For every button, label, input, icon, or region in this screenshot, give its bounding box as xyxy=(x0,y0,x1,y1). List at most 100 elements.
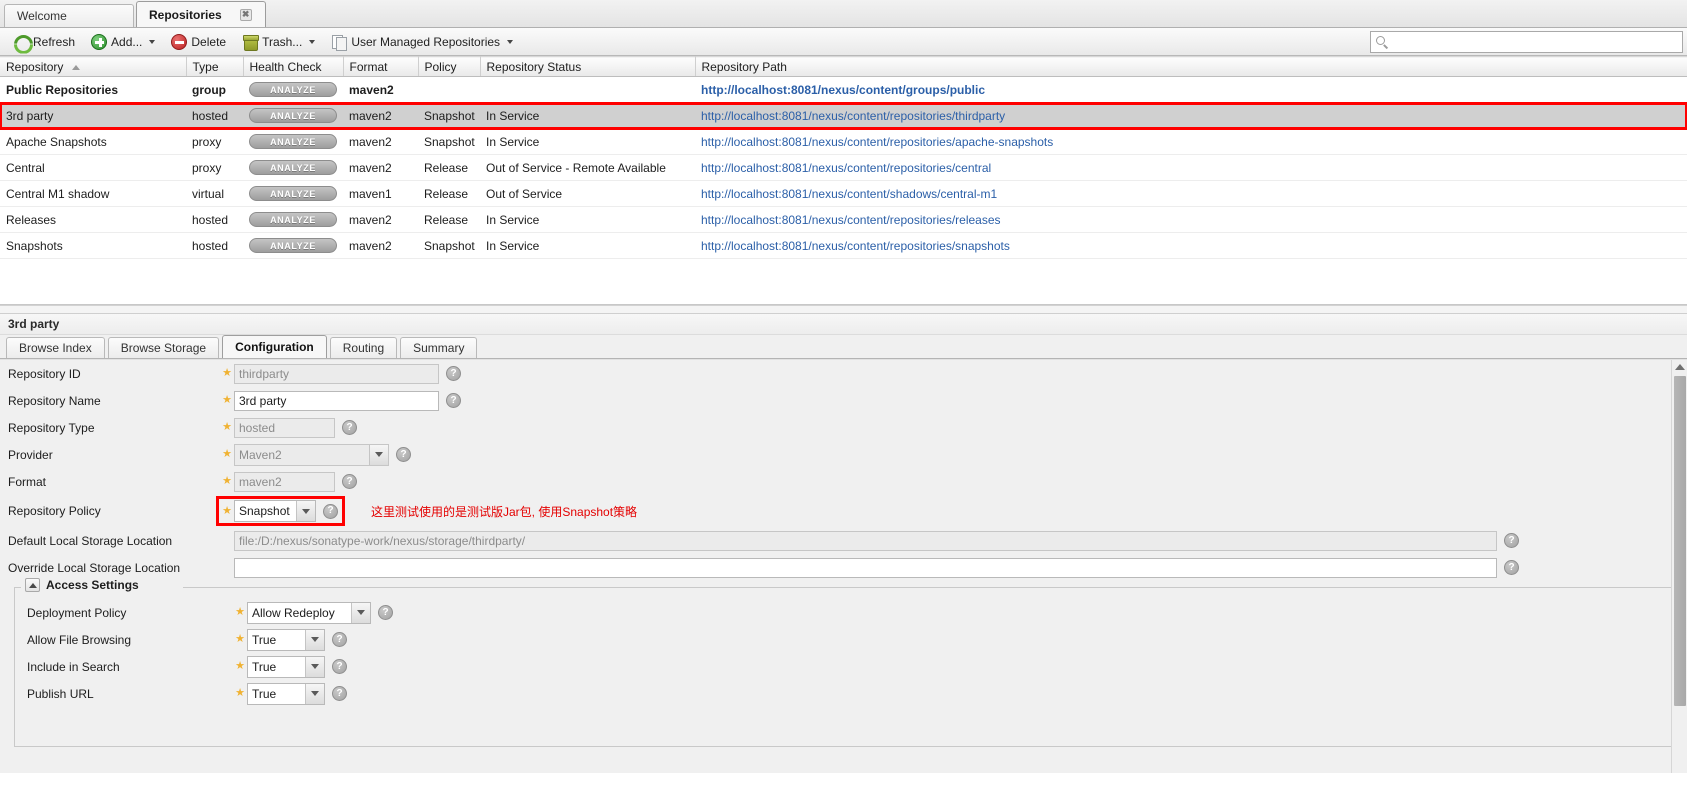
required-star-icon: ★ xyxy=(222,448,232,460)
repository-path-link[interactable]: http://localhost:8081/nexus/content/repo… xyxy=(701,161,991,175)
repository-policy-select[interactable]: Snapshot xyxy=(234,500,316,522)
analyze-button[interactable]: ANALYZE xyxy=(249,160,337,175)
label-repository-type: Repository Type xyxy=(8,420,95,435)
table-row[interactable]: Central M1 shadow virtual ANALYZE maven1 Rel… xyxy=(0,180,1687,207)
cell-policy: Release xyxy=(418,154,480,181)
column-header-type[interactable]: Type xyxy=(186,56,244,77)
delete-label: Delete xyxy=(191,34,227,49)
help-icon[interactable]: ? xyxy=(332,659,347,674)
column-header-health-check[interactable]: Health Check xyxy=(243,56,344,77)
format-input[interactable] xyxy=(234,471,335,492)
cell-repository: Apache Snapshots xyxy=(0,128,186,155)
help-icon[interactable]: ? xyxy=(378,605,393,620)
cell-policy xyxy=(418,76,480,103)
delete-button[interactable]: Delete xyxy=(164,31,233,53)
repository-name-input[interactable] xyxy=(234,390,439,411)
page-title: 3rd party xyxy=(8,317,60,331)
repository-path-link[interactable]: http://localhost:8081/nexus/content/repo… xyxy=(701,239,1010,253)
provider-select[interactable]: Maven2 xyxy=(234,443,389,466)
user-managed-repositories-button[interactable]: User Managed Repositories xyxy=(324,31,520,53)
repository-path-link[interactable]: http://localhost:8081/nexus/content/repo… xyxy=(701,213,1001,227)
table-row[interactable]: Public Repositories group ANALYZE maven2 htt… xyxy=(0,76,1687,103)
analyze-button[interactable]: ANALYZE xyxy=(249,238,337,253)
column-header-repository-status[interactable]: Repository Status xyxy=(480,56,696,77)
help-icon[interactable]: ? xyxy=(332,686,347,701)
help-icon[interactable]: ? xyxy=(446,393,461,408)
cell-repository-status xyxy=(480,76,695,103)
publish-url-select[interactable]: True xyxy=(247,682,325,705)
add-button[interactable]: Add... xyxy=(84,31,162,53)
access-setting-row: Deployment Policy ★ Allow Redeploy? xyxy=(15,599,1678,626)
table-row[interactable]: 3rd party hosted ANALYZE maven2 Snapshot In S… xyxy=(0,101,1687,130)
scrollbar-thumb[interactable] xyxy=(1674,376,1686,706)
required-star-icon: ★ xyxy=(222,421,232,433)
tab-configuration[interactable]: Configuration xyxy=(222,335,327,358)
repository-path-link[interactable]: http://localhost:8081/nexus/content/grou… xyxy=(701,83,985,97)
default-local-storage-input[interactable] xyxy=(234,530,1497,551)
trash-button[interactable]: Trash... xyxy=(235,31,322,53)
tab-repositories[interactable]: Repositories ✖ xyxy=(136,1,266,27)
label-repository-policy: Repository Policy xyxy=(8,504,101,518)
column-header-policy[interactable]: Policy xyxy=(418,56,481,77)
analyze-button[interactable]: ANALYZE xyxy=(249,186,337,201)
access-settings-legend: Access Settings xyxy=(23,578,145,592)
form-scrollbar[interactable] xyxy=(1671,360,1687,773)
search-box[interactable] xyxy=(1370,31,1683,53)
help-icon[interactable]: ? xyxy=(323,503,338,519)
table-row[interactable]: Snapshots hosted ANALYZE maven2 Snapshot In S… xyxy=(0,232,1687,259)
scroll-up-icon[interactable] xyxy=(1672,360,1687,374)
search-input[interactable] xyxy=(1393,33,1682,51)
help-icon[interactable]: ? xyxy=(332,632,347,647)
help-icon[interactable]: ? xyxy=(396,447,411,462)
delete-icon xyxy=(171,33,188,50)
repository-type-input[interactable] xyxy=(234,417,335,438)
analyze-button[interactable]: ANALYZE xyxy=(249,82,337,97)
cell-format: maven2 xyxy=(343,128,418,155)
field-row-repository-name: Repository Name ★ ? xyxy=(0,387,1687,414)
tab-welcome[interactable]: Welcome xyxy=(4,4,134,27)
select-wrap: True xyxy=(247,682,325,705)
help-icon[interactable]: ? xyxy=(342,420,357,435)
help-icon[interactable]: ? xyxy=(342,474,357,489)
chevron-down-icon xyxy=(149,39,156,44)
help-icon[interactable]: ? xyxy=(1504,533,1519,548)
tab-browse-index[interactable]: Browse Index xyxy=(6,337,105,358)
table-row[interactable]: Central proxy ANALYZE maven2 Release Out of S… xyxy=(0,154,1687,181)
analyze-button[interactable]: ANALYZE xyxy=(249,212,337,227)
detail-tab-bar: Browse Index Browse Storage Configuratio… xyxy=(0,335,1687,359)
repository-path-link[interactable]: http://localhost:8081/nexus/content/repo… xyxy=(701,109,1005,123)
cell-repository: Releases xyxy=(0,206,186,233)
tab-routing[interactable]: Routing xyxy=(329,337,398,358)
cell-repository: Public Repositories xyxy=(0,76,186,103)
override-local-storage-input[interactable] xyxy=(234,557,1497,578)
refresh-button[interactable]: Refresh xyxy=(6,31,82,53)
analyze-button[interactable]: ANALYZE xyxy=(249,108,337,123)
tab-browse-storage[interactable]: Browse Storage xyxy=(107,337,220,358)
collapse-icon[interactable] xyxy=(25,578,40,592)
repository-path-link[interactable]: http://localhost:8081/nexus/content/shad… xyxy=(701,187,997,201)
help-icon[interactable]: ? xyxy=(446,366,461,381)
table-row[interactable]: Releases hosted ANALYZE maven2 Release In Ser… xyxy=(0,206,1687,233)
analyze-button[interactable]: ANALYZE xyxy=(249,134,337,149)
tab-summary[interactable]: Summary xyxy=(400,337,478,358)
cell-format: maven2 xyxy=(343,206,418,233)
close-icon[interactable]: ✖ xyxy=(239,8,252,21)
column-header-format[interactable]: Format xyxy=(343,56,419,77)
field-row-format: Format ★ ? xyxy=(0,468,1687,495)
cell-format: maven2 xyxy=(343,76,418,103)
cell-repository-path: http://localhost:8081/nexus/content/repo… xyxy=(695,128,1687,155)
cell-repository-status: Out of Service - Remote Available xyxy=(480,154,695,181)
table-row[interactable]: Apache Snapshots proxy ANALYZE maven2 Snapsh… xyxy=(0,128,1687,155)
cell-repository-status: In Service xyxy=(480,232,695,259)
include-in-search-select[interactable]: True xyxy=(247,655,325,678)
help-icon[interactable]: ? xyxy=(1504,560,1519,575)
cell-type: group xyxy=(186,76,243,103)
cell-repository-path: http://localhost:8081/nexus/content/repo… xyxy=(695,154,1687,181)
repository-id-input[interactable] xyxy=(234,363,439,384)
allow-file-browsing-select[interactable]: True xyxy=(247,628,325,651)
column-header-repository-path[interactable]: Repository Path xyxy=(695,56,1687,77)
column-header-repository[interactable]: Repository xyxy=(0,56,187,77)
repository-path-link[interactable]: http://localhost:8081/nexus/content/repo… xyxy=(701,135,1053,149)
deployment-policy-select[interactable]: Allow Redeploy xyxy=(247,601,371,624)
label-allow-file-browsing: Allow File Browsing xyxy=(27,632,132,647)
